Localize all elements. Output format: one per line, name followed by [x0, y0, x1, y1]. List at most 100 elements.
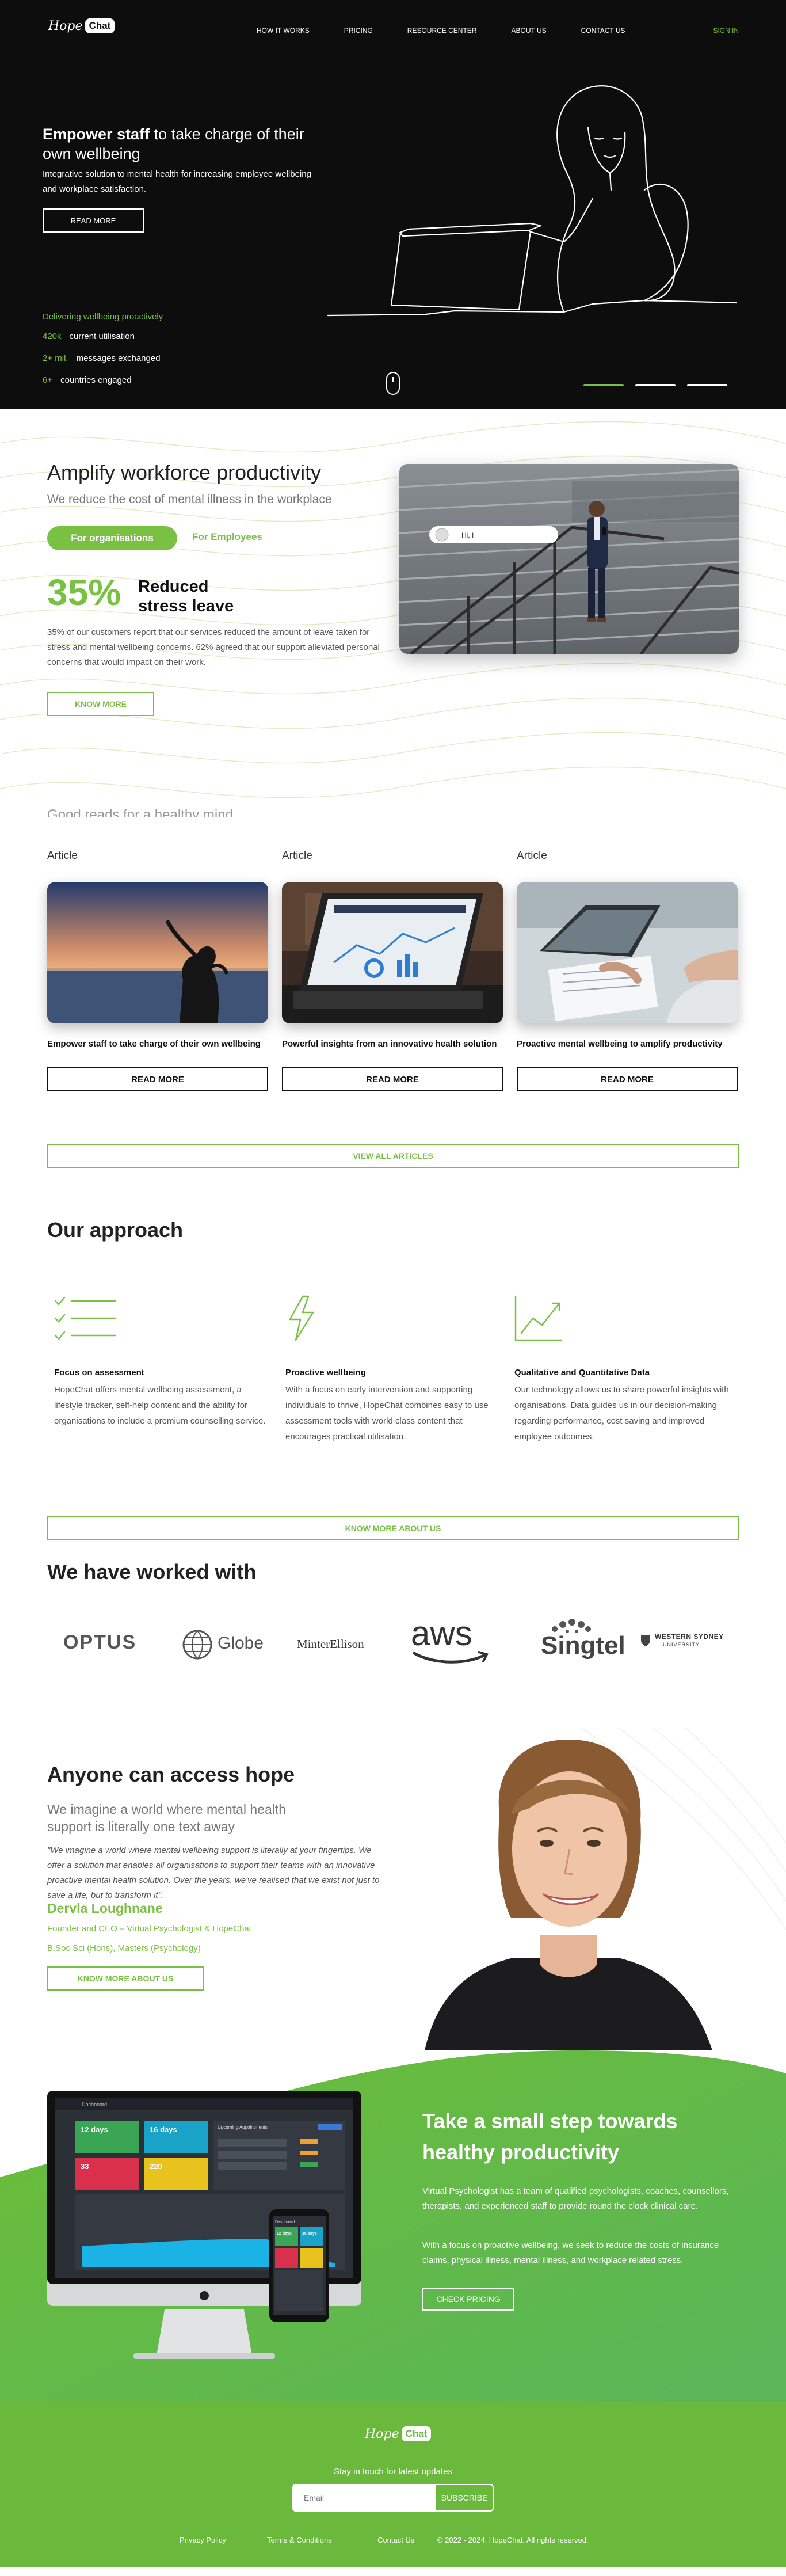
- email-input[interactable]: [292, 2484, 435, 2512]
- tile-value: 220: [150, 2162, 162, 2171]
- approach-item: Proactive wellbeing With a focus on earl…: [278, 1295, 503, 1444]
- nav-pricing[interactable]: PRICING: [344, 26, 373, 35]
- green-cta-section: Dashboard 12 days 16 days 33 220 Upcomin…: [0, 2050, 786, 2402]
- stat-percent-label: Reduced stress leave: [138, 577, 234, 616]
- approach-item: Focus on assessment HopeChat offers ment…: [47, 1295, 272, 1429]
- article-image-desk-work[interactable]: [517, 882, 738, 1023]
- logo[interactable]: Hope Chat: [48, 18, 115, 33]
- amplify-title: Amplify workforce productivity: [47, 461, 322, 484]
- singtel-logo-text: Singtel: [541, 1631, 625, 1660]
- hope-title: Anyone can access hope: [47, 1763, 295, 1786]
- worked-with-title: We have worked with: [47, 1560, 257, 1584]
- article-image-laptop-analytics[interactable]: [282, 882, 503, 1023]
- carousel-dot-3[interactable]: [687, 384, 727, 386]
- top-nav: Hope Chat HOW IT WORKS PRICING RESOURCE …: [0, 0, 786, 58]
- hero-section: Hope Chat HOW IT WORKS PRICING RESOURCE …: [0, 0, 786, 409]
- approach-title: Our approach: [47, 1218, 184, 1242]
- approach-body: With a focus on early intervention and s…: [285, 1385, 489, 1441]
- approach-heading: Qualitative and Quantitative Data: [514, 1368, 650, 1378]
- read-more-button[interactable]: READ MORE: [47, 1067, 268, 1091]
- hope-section: Anyone can access hope We imagine a worl…: [0, 1728, 786, 2050]
- phone-tile-value: 16 days: [302, 2232, 317, 2236]
- view-all-articles-button[interactable]: VIEW ALL ARTICLES: [47, 1144, 739, 1168]
- know-more-about-us-button[interactable]: KNOW MORE ABOUT US: [47, 1966, 204, 1991]
- stat-label: messages exchanged: [76, 353, 161, 363]
- nav-how-it-works[interactable]: HOW IT WORKS: [257, 26, 310, 35]
- article-card: Article Proactive mental wellbeing to am…: [517, 850, 738, 1091]
- sign-in-link[interactable]: SIGN IN: [713, 26, 739, 35]
- approach-heading: Focus on assessment: [54, 1368, 144, 1378]
- approach-item: Qualitative and Quantitative Data Our te…: [508, 1295, 732, 1444]
- privacy-policy-link[interactable]: Privacy Policy: [180, 2536, 226, 2544]
- footer: Hope Chat Stay in touch for latest updat…: [0, 2402, 786, 2567]
- phone-tile-value: 12 days: [277, 2232, 292, 2236]
- read-more-button[interactable]: READ MORE: [282, 1067, 503, 1091]
- scroll-indicator-icon[interactable]: [386, 372, 400, 395]
- university-text: UNIVERSITY: [663, 1642, 700, 1647]
- globe-logo-text: Globe: [218, 1634, 264, 1653]
- stats-heading: Delivering wellbeing proactively: [43, 312, 163, 322]
- nav-links: HOW IT WORKS PRICING RESOURCE CENTER ABO…: [257, 26, 625, 35]
- approach-body: Our technology allows us to share powerf…: [514, 1385, 729, 1441]
- amplify-subtitle: We reduce the cost of mental illness in …: [47, 493, 332, 506]
- stat-countries: 6+ countries engaged: [43, 375, 132, 385]
- hero-read-more-button[interactable]: READ MORE: [43, 208, 144, 233]
- contact-us-link[interactable]: Contact Us: [377, 2536, 414, 2544]
- optus-logo: OPTUS: [63, 1631, 137, 1653]
- stat-label: current utilisation: [69, 332, 135, 341]
- article-title: Empower staff to take charge of their ow…: [47, 1039, 261, 1049]
- footer-logo-chat: Chat: [401, 2426, 432, 2441]
- founder-quote: "We imagine a world where mental wellbei…: [47, 1846, 380, 1900]
- carousel-dot-2[interactable]: [635, 384, 676, 386]
- tab-for-employees[interactable]: For Employees: [192, 531, 262, 543]
- chat-bubble-text: Hi, I: [461, 531, 474, 539]
- stat-value: 2+ mil.: [43, 353, 68, 363]
- woman-laptop-line-art: [327, 85, 738, 317]
- appointments-panel-title: Upcoming Appointments: [218, 2125, 268, 2130]
- tile-value: 12 days: [81, 2125, 108, 2134]
- read-more-button[interactable]: READ MORE: [517, 1067, 738, 1091]
- client-logos: OPTUS Globe MinterEllison aws Singtel WE…: [47, 1616, 739, 1668]
- footer-logo-hope: Hope: [365, 2426, 399, 2441]
- nav-about-us[interactable]: ABOUT US: [511, 26, 546, 35]
- founder-qualification: B.Soc Sci (Hons), Masters (Psychology): [47, 1943, 201, 1953]
- article-tag: Article: [517, 850, 547, 862]
- nav-resource-center[interactable]: RESOURCE CENTER: [407, 26, 477, 35]
- carousel-dot-1[interactable]: [583, 384, 624, 386]
- stat-percent: 35%: [47, 572, 121, 613]
- approach-body: HopeChat offers mental wellbeing assessm…: [54, 1385, 266, 1426]
- articles-heading: Good reads for a healthy mind: [47, 807, 233, 817]
- tile-value: 16 days: [150, 2125, 177, 2134]
- hero-title: Empower staff to take charge of their ow…: [43, 124, 319, 163]
- stat-utilisation: 420k current utilisation: [43, 332, 135, 341]
- stat-value: 420k: [43, 332, 62, 341]
- article-title: Powerful insights from an innovative hea…: [282, 1039, 497, 1049]
- nav-contact-us[interactable]: CONTACT US: [581, 26, 625, 35]
- aws-logo-text: aws: [411, 1614, 472, 1653]
- dashboard-devices-mockup: Dashboard 12 days 16 days 33 220 Upcomin…: [47, 2091, 361, 2359]
- know-more-button[interactable]: KNOW MORE: [47, 692, 154, 716]
- check-pricing-button[interactable]: CHECK PRICING: [422, 2288, 514, 2311]
- article-image-sunset[interactable]: [47, 882, 268, 1023]
- line-chart-icon: [514, 1295, 563, 1341]
- approach-heading: Proactive wellbeing: [285, 1368, 367, 1378]
- green-paragraph-2: With a focus on proactive wellbeing, we …: [422, 2240, 719, 2265]
- article-tag: Article: [47, 850, 78, 862]
- tab-for-organisations[interactable]: For organisations: [47, 526, 177, 550]
- article-card: Article Powerful insights from an innova…: [282, 850, 503, 1091]
- logo-chat-badge: Chat: [85, 18, 115, 33]
- hero-subtitle: Integrative solution to mental health fo…: [43, 169, 311, 194]
- know-more-about-us-button[interactable]: KNOW MORE ABOUT US: [47, 1516, 739, 1540]
- amplify-body: 35% of our customers report that our ser…: [47, 627, 380, 667]
- newsletter-label: Stay in touch for latest updates: [334, 2467, 452, 2476]
- singtel-logo: Singtel: [525, 1616, 625, 1668]
- subscribe-button[interactable]: SUBSCRIBE: [435, 2484, 494, 2512]
- carousel-indicators: [583, 384, 727, 386]
- shield-icon: [641, 1635, 650, 1646]
- amplify-section: Amplify workforce productivity We reduce…: [0, 409, 786, 812]
- approach-section: Our approach Focus on assessment HopeCha…: [0, 1209, 786, 1554]
- footer-logo[interactable]: Hope Chat: [365, 2426, 432, 2441]
- founder-portrait-photo: [425, 1740, 712, 2050]
- aws-logo: aws: [411, 1616, 497, 1668]
- terms-link[interactable]: Terms & Conditions: [267, 2536, 332, 2544]
